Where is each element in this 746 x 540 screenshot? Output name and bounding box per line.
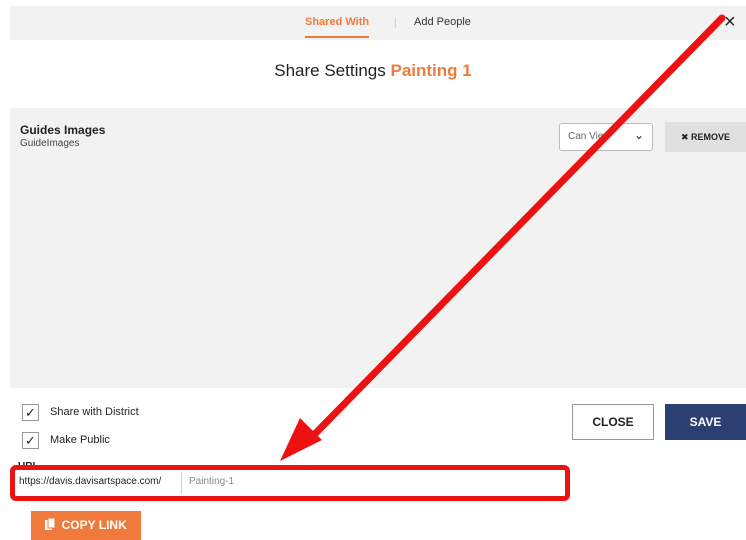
close-button[interactable]: CLOSE — [572, 404, 654, 440]
url-prefix: https://davis.davisartspace.com/ — [19, 476, 162, 487]
copy-link-label: COPY LINK — [61, 518, 127, 532]
tab-separator: | — [394, 18, 397, 29]
chevron-down-icon: ⌄ — [633, 128, 644, 142]
page-title: Share Settings Painting 1 — [0, 61, 746, 81]
share-tabs: Shared With | Add People — [10, 6, 746, 40]
close-icon[interactable]: × — [724, 12, 736, 32]
permission-select[interactable]: Can View ⌄ — [559, 123, 653, 151]
remove-button[interactable]: ✖ REMOVE — [665, 122, 746, 152]
shared-item-subtitle: GuideImages — [20, 138, 80, 149]
save-button[interactable]: SAVE — [665, 404, 746, 440]
url-divider — [181, 472, 182, 494]
tab-shared-with[interactable]: Shared With — [305, 16, 370, 38]
share-with-district-checkbox[interactable]: ✓ — [22, 404, 39, 421]
url-slug-input[interactable]: Painting-1 — [189, 476, 234, 487]
make-public-label: Make Public — [50, 434, 110, 446]
make-public-checkbox[interactable]: ✓ — [22, 432, 39, 449]
shared-list: Guides Images GuideImages Can View ⌄ ✖ R… — [10, 108, 746, 388]
copy-icon — [45, 511, 56, 540]
copy-link-button[interactable]: COPY LINK — [31, 511, 141, 540]
title-text: Share Settings — [274, 61, 386, 80]
artwork-name: Painting 1 — [390, 61, 472, 80]
permission-value: Can View — [568, 131, 611, 142]
tab-add-people[interactable]: Add People — [414, 16, 471, 28]
shared-item-name: Guides Images — [20, 123, 106, 137]
url-field-group: https://davis.davisartspace.com/ Paintin… — [10, 465, 570, 501]
share-with-district-label: Share with District — [50, 406, 139, 418]
